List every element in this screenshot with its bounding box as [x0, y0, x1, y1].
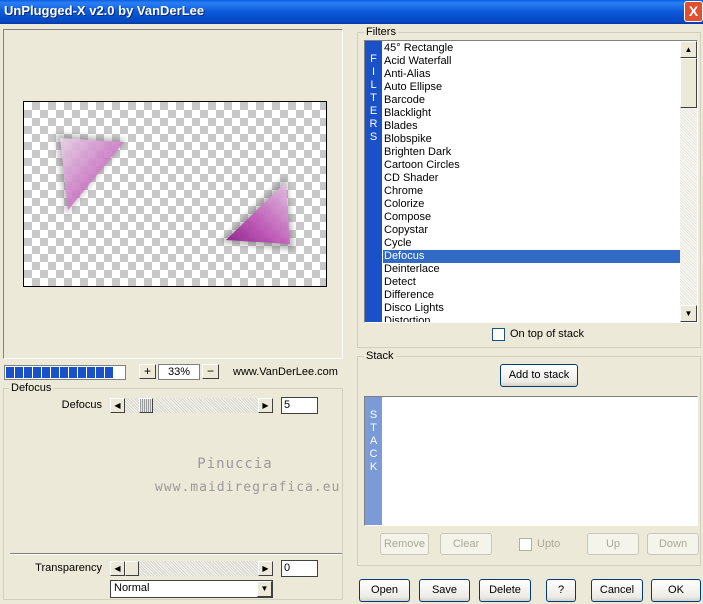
title-bar: UnPlugged-X v2.0 by VanDerLee X	[0, 0, 703, 24]
list-item[interactable]: Disco Lights	[383, 302, 680, 315]
transparency-label: Transparency	[35, 562, 102, 574]
defocus-decrease-button[interactable]: ◀	[110, 398, 125, 413]
list-item[interactable]: Difference	[383, 289, 680, 302]
transparency-slider-track[interactable]	[125, 561, 258, 576]
stack-group-title: Stack	[364, 350, 396, 362]
remove-button[interactable]: Remove	[380, 533, 429, 555]
list-item[interactable]: Anti-Alias	[383, 68, 680, 81]
cancel-button[interactable]: Cancel	[591, 579, 643, 602]
list-item[interactable]: Brighten Dark	[383, 146, 680, 159]
scroll-up-icon[interactable]: ▲	[680, 41, 697, 58]
list-item[interactable]: Chrome	[383, 185, 680, 198]
list-item[interactable]: Barcode	[383, 94, 680, 107]
list-item[interactable]: Blacklight	[383, 107, 680, 120]
add-to-stack-button[interactable]: Add to stack	[500, 364, 578, 387]
divider	[10, 553, 342, 555]
list-item[interactable]: Acid Waterfall	[383, 55, 680, 68]
list-item[interactable]: Cycle	[383, 237, 680, 250]
ok-button[interactable]: OK	[651, 579, 701, 602]
window-title: UnPlugged-X v2.0 by VanDerLee	[4, 3, 205, 18]
list-item[interactable]: Copystar	[383, 224, 680, 237]
blend-mode-value: Normal	[114, 582, 150, 594]
scrollbar-thumb[interactable]	[680, 58, 697, 108]
filters-list[interactable]: F I L T E R S 45° Rectangle Acid Waterfa…	[364, 40, 698, 323]
watermark-url: www.maidiregrafica.eu	[155, 480, 341, 495]
website-link[interactable]: www.VanDerLee.com	[233, 366, 338, 378]
zoom-out-button[interactable]: −	[202, 364, 219, 379]
upto-checkbox[interactable]	[519, 538, 532, 551]
list-item[interactable]: Auto Ellipse	[383, 81, 680, 94]
progress-bar	[4, 365, 126, 380]
preview-shapes	[56, 134, 294, 250]
list-item[interactable]: Distortion	[383, 315, 680, 322]
transparency-slider-thumb[interactable]	[125, 561, 139, 576]
list-item[interactable]: Blades	[383, 120, 680, 133]
zoom-in-button[interactable]: +	[139, 364, 156, 379]
upto-label: Upto	[537, 538, 561, 550]
chevron-down-icon[interactable]: ▼	[257, 581, 272, 597]
transparency-increase-button[interactable]: ▶	[258, 561, 273, 576]
list-item-selected[interactable]: Defocus	[383, 250, 680, 263]
list-item[interactable]: Detect	[383, 276, 680, 289]
params-group-title: Defocus	[9, 382, 54, 394]
save-button[interactable]: Save	[419, 579, 470, 602]
transparency-value-field[interactable]: 0	[281, 560, 318, 577]
transparency-decrease-button[interactable]: ◀	[110, 561, 125, 576]
filters-items: 45° Rectangle Acid Waterfall Anti-Alias …	[383, 42, 680, 322]
list-item[interactable]: Cartoon Circles	[383, 159, 680, 172]
filters-group-title: Filters	[364, 26, 398, 38]
defocus-label: Defocus	[61, 399, 102, 411]
defocus-increase-button[interactable]: ▶	[258, 398, 273, 413]
on-top-checkbox[interactable]	[492, 328, 505, 341]
defocus-slider-thumb[interactable]	[139, 398, 153, 413]
list-item[interactable]: Compose	[383, 211, 680, 224]
help-button[interactable]: ?	[546, 579, 576, 602]
defocus-value-field[interactable]: 5	[281, 397, 318, 414]
blend-mode-select[interactable]: Normal ▼	[110, 580, 273, 598]
filters-scrollbar[interactable]: ▲ ▼	[680, 41, 697, 322]
list-item[interactable]: 45° Rectangle	[383, 42, 680, 55]
delete-button[interactable]: Delete	[479, 579, 531, 602]
list-item[interactable]: CD Shader	[383, 172, 680, 185]
stack-vertical-label: S T A C K	[365, 397, 382, 525]
clear-button[interactable]: Clear	[440, 533, 492, 555]
list-item[interactable]: Colorize	[383, 198, 680, 211]
watermark-name: Pinuccia	[197, 456, 273, 472]
down-button[interactable]: Down	[647, 533, 699, 555]
on-top-label: On top of stack	[510, 328, 584, 340]
close-button[interactable]: X	[684, 1, 703, 22]
stack-list[interactable]: S T A C K	[364, 396, 698, 526]
scroll-down-icon[interactable]: ▼	[680, 305, 697, 322]
preview-canvas[interactable]	[23, 101, 327, 287]
open-button[interactable]: Open	[359, 579, 410, 602]
up-button[interactable]: Up	[587, 533, 639, 555]
list-item[interactable]: Deinterlace	[383, 263, 680, 276]
list-item[interactable]: Blobspike	[383, 133, 680, 146]
zoom-value: 33%	[158, 364, 200, 380]
filters-vertical-label: F I L T E R S	[365, 41, 382, 322]
